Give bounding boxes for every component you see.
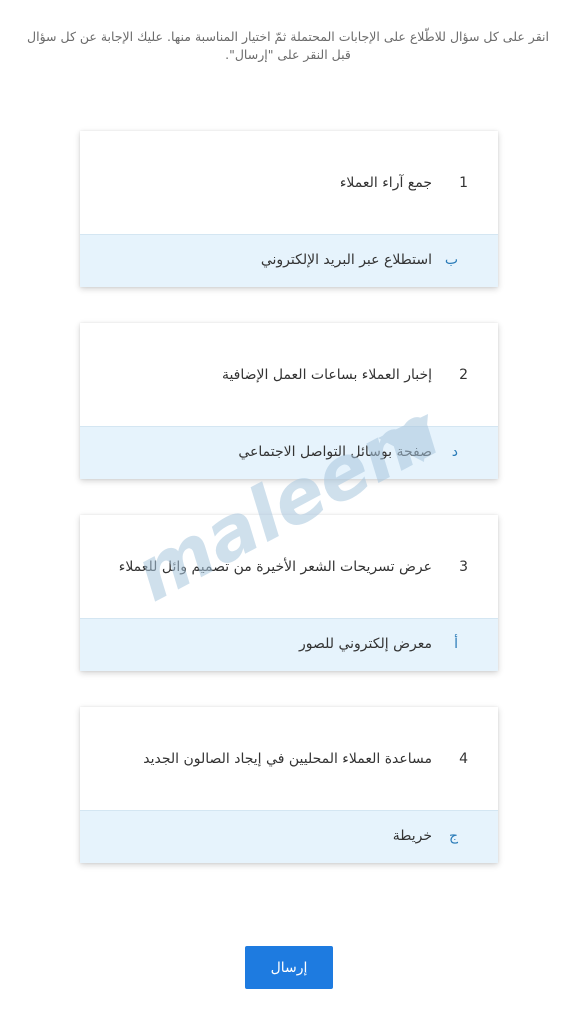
- submit-button[interactable]: إرسال: [245, 946, 333, 989]
- question-card-4[interactable]: 4 مساعدة العملاء المحليين في إيجاد الصال…: [80, 707, 498, 863]
- answer-letter: ب: [444, 252, 458, 268]
- answer-letter: د: [451, 444, 458, 460]
- question-row[interactable]: 1 جمع آراء العملاء: [80, 131, 498, 235]
- question-text: عرض تسريحات الشعر الأخيرة من تصميم وائل …: [118, 559, 432, 575]
- selected-answer[interactable]: ج خريطة: [80, 811, 498, 863]
- question-number: 1: [459, 175, 468, 191]
- selected-answer[interactable]: أ معرض إلكتروني للصور: [80, 619, 498, 671]
- question-number: 4: [459, 751, 468, 767]
- answer-text: معرض إلكتروني للصور: [299, 636, 432, 652]
- question-row[interactable]: 2 إخبار العملاء بساعات العمل الإضافية: [80, 323, 498, 427]
- question-text: جمع آراء العملاء: [339, 175, 432, 191]
- answer-text: خريطة: [392, 828, 432, 844]
- selected-answer[interactable]: د صفحة بوسائل التواصل الاجتماعي: [80, 427, 498, 479]
- question-card-3[interactable]: 3 عرض تسريحات الشعر الأخيرة من تصميم وائ…: [80, 515, 498, 671]
- question-row[interactable]: 4 مساعدة العملاء المحليين في إيجاد الصال…: [80, 707, 498, 811]
- answer-text: صفحة بوسائل التواصل الاجتماعي: [238, 444, 432, 460]
- question-text: مساعدة العملاء المحليين في إيجاد الصالون…: [143, 751, 432, 767]
- question-row[interactable]: 3 عرض تسريحات الشعر الأخيرة من تصميم وائ…: [80, 515, 498, 619]
- question-number: 2: [459, 367, 468, 383]
- question-number: 3: [459, 559, 468, 575]
- answer-letter: ج: [448, 828, 458, 844]
- instructions-text: انقر على كل سؤال للاطّلاع على الإجابات ا…: [27, 29, 549, 62]
- answer-text: استطلاع عبر البريد الإلكتروني: [260, 252, 432, 268]
- question-card-1[interactable]: 1 جمع آراء العملاء ب استطلاع عبر البريد …: [80, 131, 498, 287]
- answer-letter: أ: [454, 636, 458, 652]
- selected-answer[interactable]: ب استطلاع عبر البريد الإلكتروني: [80, 235, 498, 287]
- question-text: إخبار العملاء بساعات العمل الإضافية: [221, 367, 432, 383]
- question-card-2[interactable]: 2 إخبار العملاء بساعات العمل الإضافية د …: [80, 323, 498, 479]
